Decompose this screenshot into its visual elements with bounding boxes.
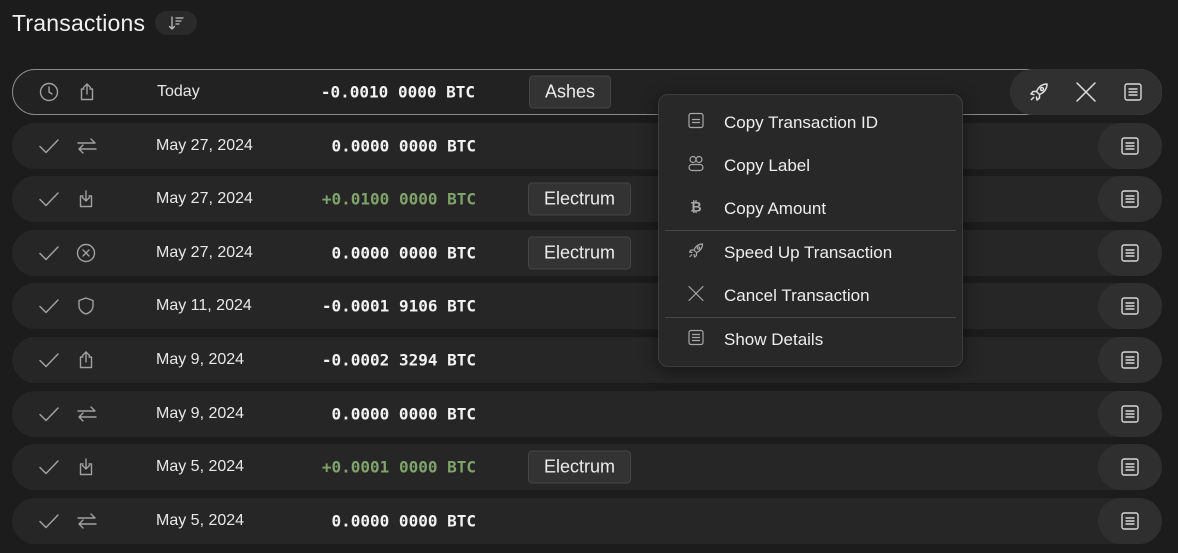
download-icon xyxy=(76,457,96,477)
list-details-icon xyxy=(1120,457,1140,477)
circle-x-icon xyxy=(76,243,96,263)
cancel-button[interactable] xyxy=(1070,76,1102,108)
row-actions xyxy=(1010,69,1162,115)
transaction-label-tag[interactable]: Electrum xyxy=(528,450,632,484)
list-details-icon xyxy=(1120,136,1140,156)
menu-item-label: Cancel Transaction xyxy=(724,286,870,305)
menu-divider xyxy=(665,230,956,231)
x-icon xyxy=(687,285,705,308)
list-details-icon xyxy=(1120,404,1140,424)
transaction-row[interactable]: May 9, 2024 -0.0002 3294 BTC xyxy=(12,337,1162,383)
menu-item-label: Speed Up Transaction xyxy=(724,243,893,262)
upload-icon xyxy=(76,350,96,370)
details-button[interactable] xyxy=(1117,76,1149,108)
arrows-swap-icon xyxy=(76,511,98,531)
arrows-swap-icon xyxy=(76,136,98,156)
list-details-icon xyxy=(1123,82,1143,102)
details-button[interactable] xyxy=(1098,283,1162,329)
rocket-icon xyxy=(687,242,705,265)
shield-icon xyxy=(76,296,96,316)
transaction-row[interactable]: May 27, 2024 0.0000 0000 BTC Electrum xyxy=(12,230,1162,276)
details-button[interactable] xyxy=(1098,230,1162,276)
list-details-icon xyxy=(1120,511,1140,531)
details-button[interactable] xyxy=(1098,498,1162,544)
transaction-date: May 27, 2024 xyxy=(156,137,253,154)
sort-descending-icon xyxy=(167,14,185,32)
list-details-icon xyxy=(1120,296,1140,316)
clock-icon xyxy=(39,82,59,102)
details-button[interactable] xyxy=(1098,444,1162,490)
transaction-date: May 27, 2024 xyxy=(156,244,253,261)
menu-divider xyxy=(665,317,956,318)
transaction-date: May 5, 2024 xyxy=(156,512,245,529)
transaction-date: May 9, 2024 xyxy=(156,351,245,368)
speed-up-button[interactable] xyxy=(1023,76,1055,108)
transaction-date: May 27, 2024 xyxy=(156,190,253,207)
check-icon xyxy=(38,457,60,477)
transaction-amount: 0.0000 0000 BTC xyxy=(331,243,477,263)
transaction-row[interactable]: May 27, 2024 0.0000 0000 BTC xyxy=(12,123,1162,169)
transaction-amount: 0.0000 0000 BTC xyxy=(331,136,477,156)
details-button[interactable] xyxy=(1098,123,1162,169)
svg-text:₿: ₿ xyxy=(690,200,701,216)
transaction-date: May 5, 2024 xyxy=(156,458,245,475)
tags-icon xyxy=(687,155,705,178)
arrows-swap-icon xyxy=(76,404,98,424)
transaction-row[interactable]: May 11, 2024 -0.0001 9106 BTC xyxy=(12,283,1162,329)
transaction-date: Today xyxy=(157,83,200,100)
transaction-label-tag[interactable]: Electrum xyxy=(528,182,632,216)
menu-item-copy-amount[interactable]: ₿ Copy Amount xyxy=(659,189,962,229)
menu-item-speed-up-transaction[interactable]: Speed Up Transaction xyxy=(659,233,962,273)
transaction-row[interactable]: May 9, 2024 0.0000 0000 BTC xyxy=(12,391,1162,437)
menu-item-show-details[interactable]: Show Details xyxy=(659,320,962,360)
card-icon xyxy=(687,112,705,135)
transaction-amount: +0.0001 0000 BTC xyxy=(321,457,476,477)
menu-item-copy-label[interactable]: Copy Label xyxy=(659,146,962,186)
transaction-row[interactable]: May 5, 2024 +0.0001 0000 BTC Electrum xyxy=(12,444,1162,490)
list-details-icon xyxy=(687,329,705,352)
list-details-icon xyxy=(1120,189,1140,209)
header: Transactions xyxy=(12,8,198,38)
download-icon xyxy=(76,189,96,209)
transaction-label-tag[interactable]: Electrum xyxy=(528,236,632,270)
transaction-date: May 9, 2024 xyxy=(156,405,245,422)
details-button[interactable] xyxy=(1098,176,1162,222)
transaction-amount: 0.0000 0000 BTC xyxy=(331,511,477,531)
transaction-amount: 0.0000 0000 BTC xyxy=(331,404,477,424)
transaction-amount: -0.0001 9106 BTC xyxy=(321,296,476,316)
transaction-amount: +0.0100 0000 BTC xyxy=(321,189,476,209)
details-button[interactable] xyxy=(1098,391,1162,437)
check-icon xyxy=(38,189,60,209)
check-icon xyxy=(38,404,60,424)
transaction-context-menu: Copy Transaction ID Copy Label ₿ Copy Am… xyxy=(658,94,963,367)
bitcoin-icon: ₿ xyxy=(687,198,705,221)
x-icon xyxy=(1075,81,1097,103)
list-details-icon xyxy=(1120,243,1140,263)
page-title: Transactions xyxy=(12,9,146,36)
menu-item-label: Copy Label xyxy=(724,156,811,175)
menu-item-cancel-transaction[interactable]: Cancel Transaction xyxy=(659,276,962,316)
check-icon xyxy=(38,243,60,263)
check-icon xyxy=(38,511,60,531)
menu-item-label: Copy Transaction ID xyxy=(724,113,879,132)
transaction-row[interactable]: Today -0.0010 0000 BTC Ashes xyxy=(12,69,1162,115)
transaction-amount: -0.0002 3294 BTC xyxy=(321,350,476,370)
upload-icon xyxy=(77,82,97,102)
check-icon xyxy=(38,136,60,156)
transaction-row[interactable]: May 5, 2024 0.0000 0000 BTC xyxy=(12,498,1162,544)
details-button[interactable] xyxy=(1098,337,1162,383)
menu-item-label: Show Details xyxy=(724,330,824,349)
menu-item-label: Copy Amount xyxy=(724,199,827,218)
transaction-amount: -0.0010 0000 BTC xyxy=(320,82,475,102)
list-details-icon xyxy=(1120,350,1140,370)
check-icon xyxy=(38,296,60,316)
transaction-row[interactable]: May 27, 2024 +0.0100 0000 BTC Electrum xyxy=(12,176,1162,222)
menu-item-copy-transaction-id[interactable]: Copy Transaction ID xyxy=(659,103,962,143)
check-icon xyxy=(38,350,60,370)
rocket-icon xyxy=(1028,81,1050,103)
sort-button[interactable] xyxy=(155,11,198,35)
transaction-label-tag[interactable]: Ashes xyxy=(529,75,612,109)
transaction-date: May 11, 2024 xyxy=(156,297,252,314)
